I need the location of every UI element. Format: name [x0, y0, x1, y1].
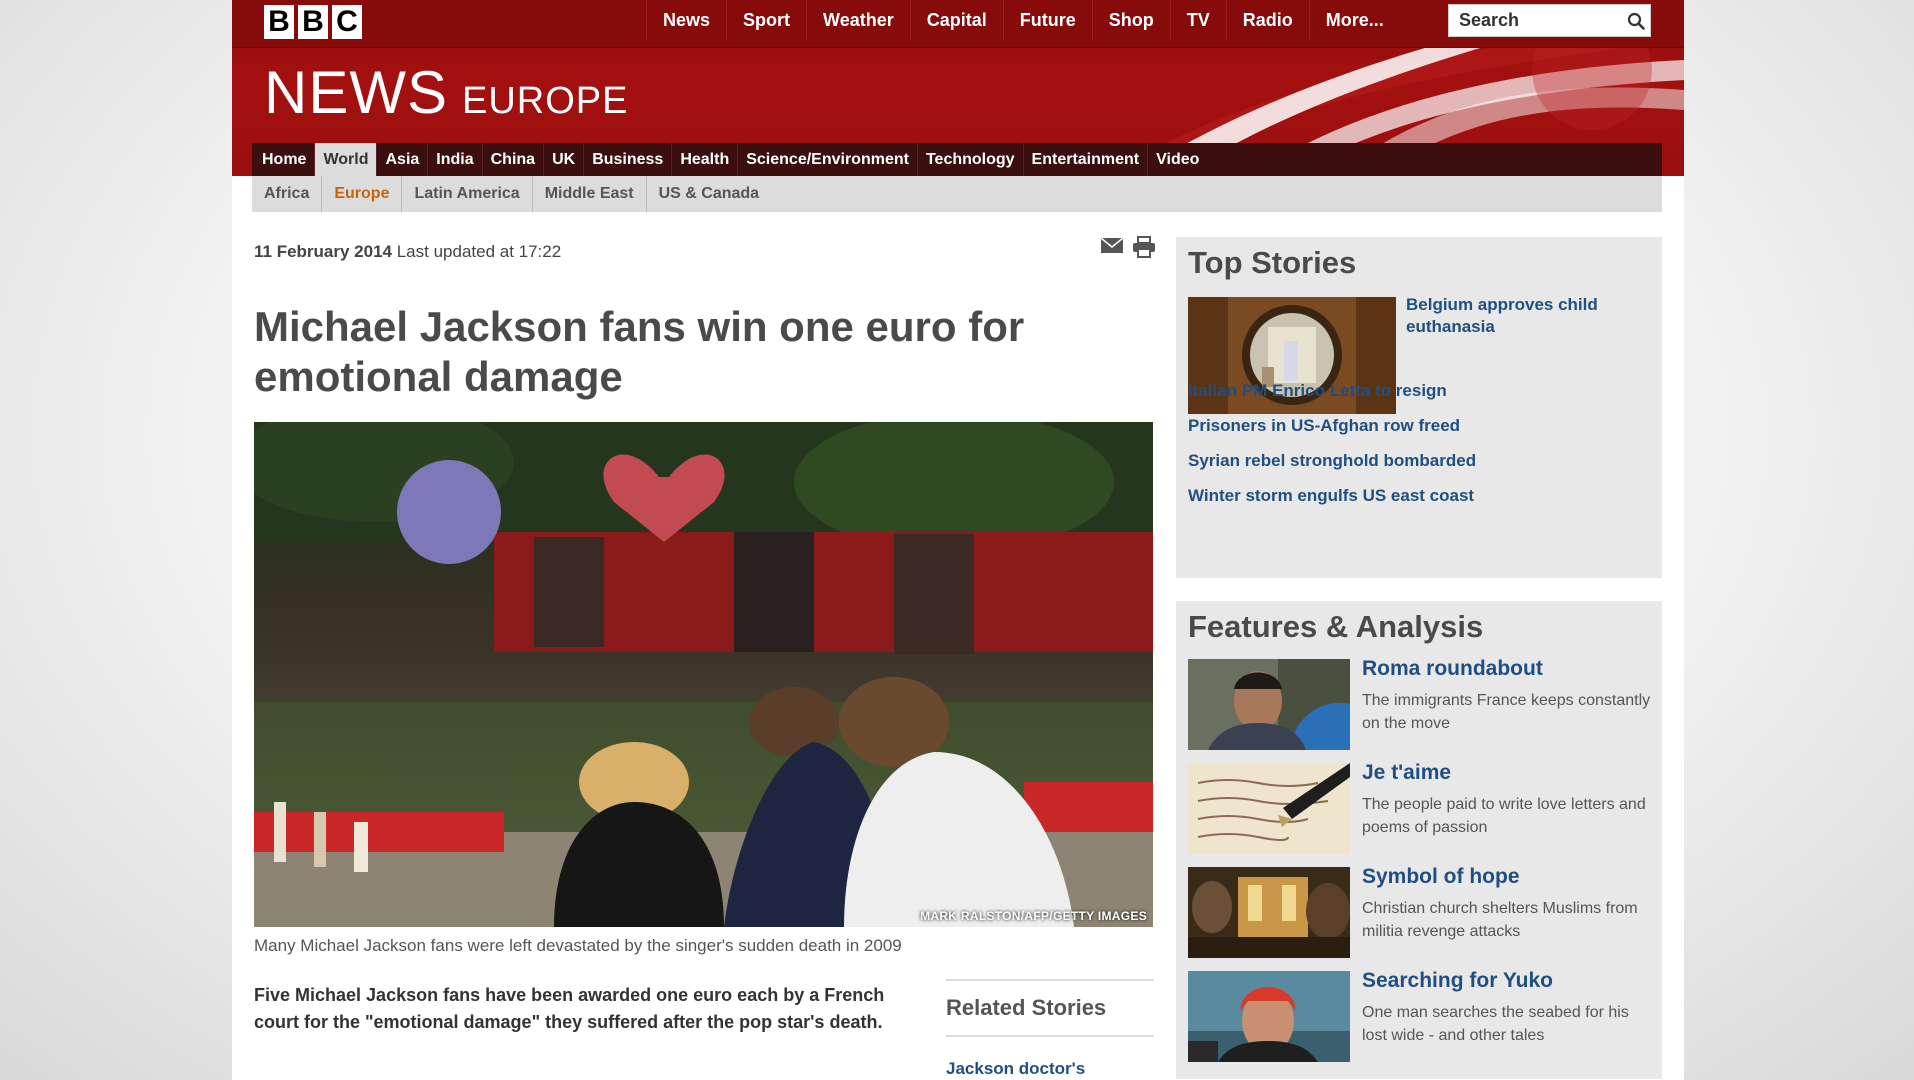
section-nav-technology[interactable]: Technology [916, 143, 1023, 176]
related-stories-title: Related Stories [946, 981, 1154, 1037]
top-story-link[interactable]: Winter storm engulfs US east coast [1188, 486, 1474, 506]
feature-photo-diver-helmet[interactable] [1188, 971, 1350, 1062]
global-nav-sport[interactable]: Sport [726, 0, 806, 40]
feature-summary: The people paid to write love letters an… [1362, 796, 1646, 836]
sub-nav: Africa Europe Latin America Middle East … [252, 176, 1662, 212]
news-region-text: EUROPE [462, 80, 629, 122]
global-nav: News Sport Weather Capital Future Shop T… [646, 0, 1400, 40]
global-nav-shop[interactable]: Shop [1091, 0, 1170, 40]
bbc-logo[interactable]: B B C [264, 5, 362, 39]
article-headline: Michael Jackson fans win one euro for em… [254, 303, 1025, 400]
section-nav-china[interactable]: China [481, 143, 543, 176]
section-nav-entertainment[interactable]: Entertainment [1022, 143, 1148, 176]
bbc-logo-letter: B [298, 5, 328, 39]
global-nav-weather[interactable]: Weather [806, 0, 910, 40]
image-caption: Many Michael Jackson fans were left deva… [254, 936, 902, 955]
masthead: B B C News Sport Weather Capital Future … [232, 0, 1684, 176]
article-updated: Last updated at 17:22 [396, 242, 562, 261]
top-story-link[interactable]: Italian PM Enrico Letta to resign [1188, 381, 1447, 401]
search-icon[interactable] [1627, 12, 1645, 30]
diver-man-illustration [1188, 971, 1350, 1062]
feature-item: Je t'aime The people paid to write love … [1188, 761, 1658, 855]
feature-photo-roma-man[interactable] [1188, 659, 1350, 750]
feature-item: Symbol of hope Christian church shelters… [1188, 865, 1658, 959]
love-letter-illustration [1188, 763, 1350, 854]
hero-photo-jackson-memorial: MARK RALSTON/AFP/GETTY IMAGES [254, 422, 1153, 927]
features-heading: Features & Analysis [1188, 609, 1484, 644]
global-nav-radio[interactable]: Radio [1225, 0, 1309, 40]
top-stories-panel: Top Stories Belgium approves child eutha… [1176, 237, 1662, 578]
feature-title-link[interactable]: Searching for Yuko [1362, 969, 1553, 993]
feature-summary: The immigrants France keeps constantly o… [1362, 692, 1651, 732]
related-stories: Related Stories Jackson doctor's [946, 979, 1154, 1079]
section-nav-asia[interactable]: Asia [376, 143, 427, 176]
global-nav-tv[interactable]: TV [1169, 0, 1226, 40]
feature-title-link[interactable]: Symbol of hope [1362, 865, 1520, 889]
section-nav-science-environment[interactable]: Science/Environment [737, 143, 917, 176]
global-nav-future[interactable]: Future [1002, 0, 1092, 40]
section-nav-uk[interactable]: UK [543, 143, 583, 176]
section-nav-home[interactable]: Home [254, 143, 314, 176]
news-europe-title[interactable]: NEWS EUROPE [264, 58, 628, 136]
roma-man-illustration [1188, 659, 1350, 750]
feature-summary: Christian church shelters Muslims from m… [1362, 900, 1638, 940]
dateline: 11 February 2014 Last updated at 17:22 [254, 242, 561, 262]
global-nav-news[interactable]: News [646, 0, 726, 40]
church-shelter-illustration [1188, 867, 1350, 958]
features-analysis-panel: Features & Analysis Roma roundabout The … [1176, 601, 1662, 1079]
memorial-photo-illustration [254, 422, 1153, 927]
section-nav-health[interactable]: Health [671, 143, 737, 176]
feature-photo-love-letter-pen[interactable] [1188, 763, 1350, 854]
feature-item: Searching for Yuko One man searches the … [1188, 969, 1658, 1063]
search-box [1448, 4, 1651, 37]
feature-title-link[interactable]: Je t'aime [1362, 761, 1451, 785]
email-icon[interactable] [1100, 236, 1124, 254]
top-stories-heading: Top Stories [1188, 245, 1357, 280]
global-nav-more[interactable]: More... [1308, 0, 1400, 40]
feature-item: Roma roundabout The immigrants France ke… [1188, 657, 1658, 751]
print-icon[interactable] [1132, 236, 1156, 258]
feature-photo-church-shelter[interactable] [1188, 867, 1350, 958]
section-nav-video[interactable]: Video [1147, 143, 1207, 176]
top-story-link[interactable]: Prisoners in US-Afghan row freed [1188, 416, 1460, 436]
section-nav-india[interactable]: India [427, 143, 481, 176]
related-story-link[interactable]: Jackson doctor's [946, 1059, 1154, 1079]
lead-story-link[interactable]: Belgium approves child euthanasia [1406, 294, 1646, 338]
news-title-text: NEWS [264, 59, 448, 126]
sub-nav-africa[interactable]: Africa [254, 176, 321, 212]
sub-nav-us-canada[interactable]: US & Canada [645, 176, 771, 212]
sub-nav-latin-america[interactable]: Latin America [401, 176, 531, 212]
sub-nav-middle-east[interactable]: Middle East [531, 176, 646, 212]
page: B B C News Sport Weather Capital Future … [232, 0, 1684, 1080]
photo-credit: MARK RALSTON/AFP/GETTY IMAGES [920, 909, 1147, 923]
article-date: 11 February 2014 [254, 242, 392, 261]
feature-title-link[interactable]: Roma roundabout [1362, 657, 1543, 681]
bbc-logo-letter: C [332, 5, 362, 39]
article-intro: Five Michael Jackson fans have been awar… [254, 985, 885, 1032]
global-nav-capital[interactable]: Capital [909, 0, 1003, 40]
feature-summary: One man searches the seabed for his lost… [1362, 1004, 1629, 1044]
section-nav-world[interactable]: World [314, 143, 377, 176]
global-top-bar: B B C News Sport Weather Capital Future … [232, 0, 1684, 48]
top-story-link[interactable]: Syrian rebel stronghold bombarded [1188, 451, 1476, 471]
search-input[interactable] [1451, 7, 1611, 34]
bbc-logo-letter: B [264, 5, 294, 39]
section-nav: Home World Asia India China UK Business … [252, 143, 1662, 176]
sub-nav-europe[interactable]: Europe [321, 176, 401, 212]
section-nav-business[interactable]: Business [583, 143, 671, 176]
